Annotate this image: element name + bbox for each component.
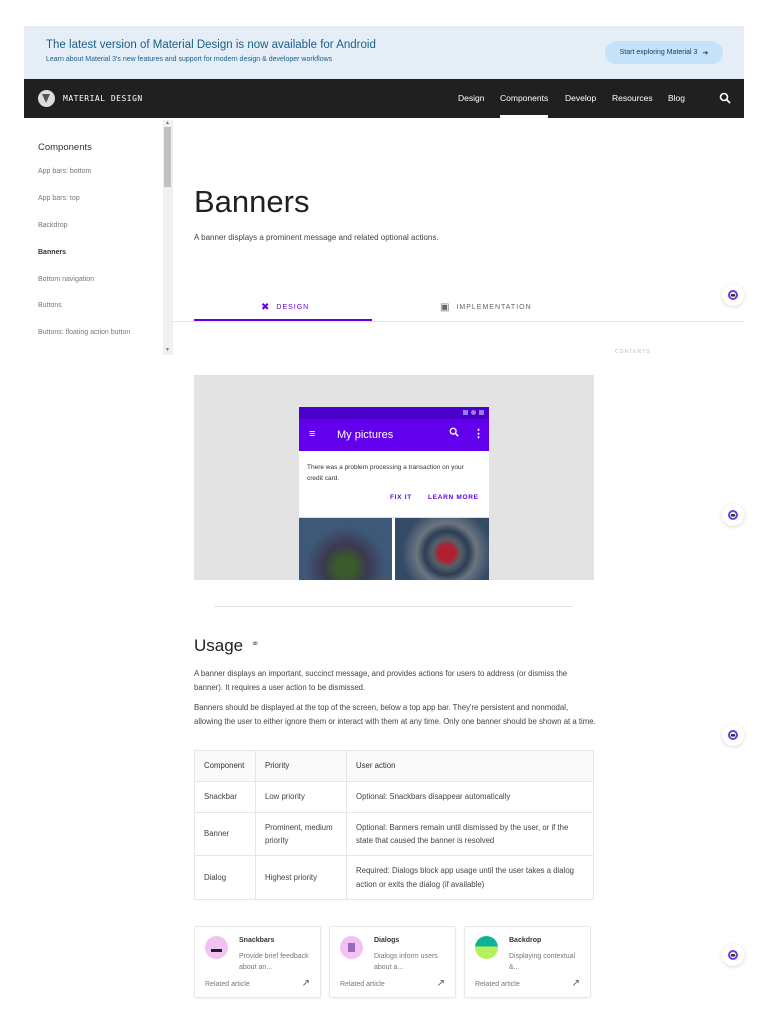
sidebar: Components App bars: bottom App bars: to… bbox=[24, 120, 172, 355]
dialogs-icon bbox=[340, 936, 363, 959]
cell: Prominent, medium priority bbox=[255, 812, 347, 856]
link-icon[interactable]: ⚭ bbox=[251, 639, 259, 650]
cell: Optional: Banners remain until dismissed… bbox=[346, 812, 594, 856]
arrow-outward-icon: ↗ bbox=[301, 978, 310, 989]
more-vert-icon: ⋮ bbox=[473, 428, 484, 440]
brand-name[interactable]: MATERIAL DESIGN bbox=[63, 94, 143, 103]
phone-mockup: ≡ My pictures ⋮ There was a problem proc… bbox=[299, 407, 489, 580]
card-description: Provide brief feedback about an... bbox=[239, 953, 309, 971]
learn-more-action: LEARN MORE bbox=[428, 494, 479, 501]
sidebar-item-bottom-navigation[interactable]: Bottom navigation bbox=[38, 276, 94, 283]
start-exploring-button[interactable]: Start exploring Material 3 ➔ bbox=[605, 41, 723, 64]
scroll-up-icon[interactable]: ▲ bbox=[165, 120, 170, 126]
nav-resources[interactable]: Resources bbox=[612, 93, 653, 103]
banner-example-image: ≡ My pictures ⋮ There was a problem proc… bbox=[194, 375, 594, 580]
search-icon bbox=[449, 427, 459, 440]
tabs-divider bbox=[173, 321, 744, 322]
card-description: Dialogs inform users about a... bbox=[374, 953, 438, 971]
photo-vegetables bbox=[299, 518, 392, 580]
nav-active-indicator bbox=[500, 115, 548, 118]
app-bar: ≡ My pictures ⋮ bbox=[299, 419, 489, 451]
related-card-snackbars[interactable]: Snackbars Provide brief feedback about a… bbox=[194, 926, 321, 998]
table-row: Banner Prominent, medium priority Optional… bbox=[194, 812, 594, 856]
nav-develop[interactable]: Develop bbox=[565, 93, 596, 103]
header-cell: Component bbox=[194, 750, 256, 782]
assistant-bot-icon[interactable] bbox=[722, 944, 744, 966]
cell: Snackbar bbox=[194, 781, 256, 813]
contents-label: CONTENTS bbox=[615, 349, 651, 354]
section-divider bbox=[214, 606, 573, 607]
card-title: Dialogs bbox=[374, 937, 400, 944]
sidebar-item-fab[interactable]: Buttons: floating action button bbox=[38, 329, 130, 336]
menu-icon: ≡ bbox=[309, 428, 316, 440]
cell: Optional: Snackbars disappear automatica… bbox=[346, 781, 594, 813]
sidebar-item-buttons[interactable]: Buttons bbox=[38, 302, 62, 309]
top-nav: MATERIAL DESIGN Design Components Develo… bbox=[24, 79, 744, 118]
comparison-table: Component Priority User action Snackbar Low… bbox=[194, 750, 594, 900]
code-icon: ▣ bbox=[440, 302, 451, 313]
sidebar-item-app-bars-top[interactable]: App bars: top bbox=[38, 195, 80, 202]
header-cell: Priority bbox=[255, 750, 347, 782]
usage-paragraph: Banners should be displayed at the top o… bbox=[194, 703, 596, 726]
table-row: Snackbar Low priority Optional: Snackbars … bbox=[194, 781, 594, 813]
nav-design[interactable]: Design bbox=[458, 93, 484, 103]
card-title: Snackbars bbox=[239, 937, 275, 944]
table-row: Dialog Highest priority Required: Dialogs … bbox=[194, 855, 594, 900]
app-title: My pictures bbox=[337, 429, 394, 441]
sidebar-item-banners[interactable]: Banners bbox=[38, 249, 66, 256]
search-icon[interactable] bbox=[719, 92, 731, 107]
sidebar-heading: Components bbox=[38, 142, 92, 153]
card-label: Related article bbox=[475, 981, 520, 988]
divider bbox=[172, 120, 173, 355]
card-label: Related article bbox=[340, 981, 385, 988]
usage-paragraph: A banner displays an important, succinct… bbox=[194, 669, 568, 692]
promo-subtitle: Learn about Material 3's new features an… bbox=[46, 56, 333, 63]
promo-banner: The latest version of Material Design is… bbox=[24, 26, 744, 79]
button-label: Start exploring Material 3 bbox=[619, 49, 698, 56]
assistant-bot-icon[interactable] bbox=[722, 284, 744, 306]
related-card-dialogs[interactable]: Dialogs Dialogs inform users about a... … bbox=[329, 926, 456, 998]
arrow-outward-icon: ↗ bbox=[436, 978, 445, 989]
promo-title: The latest version of Material Design is… bbox=[46, 39, 376, 51]
card-label: Related article bbox=[205, 981, 250, 988]
backdrop-icon bbox=[475, 936, 498, 959]
cell: Highest priority bbox=[255, 855, 347, 900]
cell: Low priority bbox=[255, 781, 347, 813]
card-description: Displaying contextual &... bbox=[509, 953, 576, 971]
status-bar bbox=[299, 407, 489, 419]
card-title: Backdrop bbox=[509, 937, 542, 944]
table-header-row: Component Priority User action bbox=[194, 750, 594, 782]
cell: Required: Dialogs block app usage until … bbox=[346, 855, 594, 900]
banner-message: There was a problem processing a transac… bbox=[307, 464, 464, 482]
fix-it-action: FIX IT bbox=[390, 494, 412, 501]
tab-design[interactable]: ✖ DESIGN bbox=[261, 302, 309, 313]
arrow-right-icon: ➔ bbox=[702, 49, 709, 57]
tab-label: DESIGN bbox=[276, 304, 310, 311]
sidebar-item-backdrop[interactable]: Backdrop bbox=[38, 222, 68, 229]
page-subtitle: A banner displays a prominent message an… bbox=[194, 233, 439, 242]
cell: Dialog bbox=[194, 855, 256, 900]
assistant-bot-icon[interactable] bbox=[722, 504, 744, 526]
photo-pomegranate bbox=[395, 518, 489, 580]
scroll-down-icon[interactable]: ▼ bbox=[165, 347, 170, 353]
tab-label: IMPLEMENTATION bbox=[456, 304, 532, 311]
cell: Banner bbox=[194, 812, 256, 856]
scrollbar-thumb[interactable] bbox=[164, 127, 171, 187]
snackbars-icon bbox=[205, 936, 228, 959]
arrow-outward-icon: ↗ bbox=[571, 978, 580, 989]
usage-heading: Usage bbox=[194, 636, 244, 655]
assistant-bot-icon[interactable] bbox=[722, 724, 744, 746]
nav-blog[interactable]: Blog bbox=[668, 93, 685, 103]
tab-implementation[interactable]: ▣ IMPLEMENTATION bbox=[440, 302, 532, 313]
header-cell: User action bbox=[346, 750, 594, 782]
related-card-backdrop[interactable]: Backdrop Displaying contextual &... Rela… bbox=[464, 926, 591, 998]
page-title: Banners bbox=[194, 184, 310, 219]
sidebar-item-app-bars-bottom[interactable]: App bars: bottom bbox=[38, 168, 91, 175]
nav-components[interactable]: Components bbox=[500, 93, 548, 103]
design-tools-icon: ✖ bbox=[261, 302, 271, 313]
material-logo-icon[interactable] bbox=[38, 90, 55, 107]
